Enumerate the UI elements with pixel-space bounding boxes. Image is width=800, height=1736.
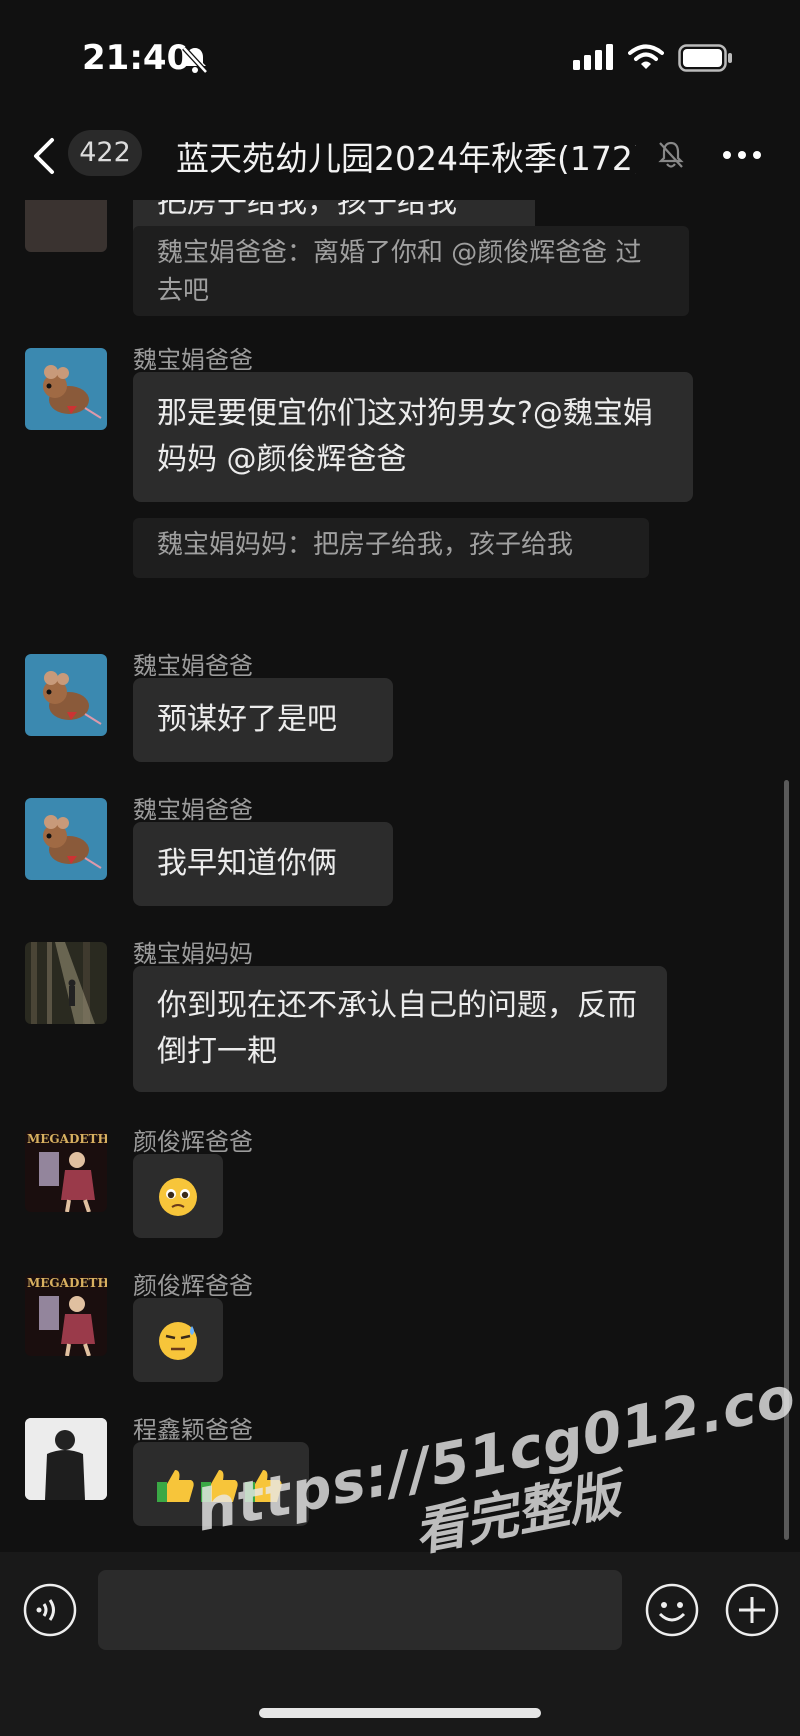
message-bubble[interactable]: 那是要便宜你们这对狗男女?@魏宝娟妈妈 @颜俊辉爸爸 (133, 372, 693, 502)
message-bubble[interactable]: 你到现在还不承认自己的问题，反而倒打一耙 (133, 966, 667, 1092)
sender-name: 魏宝娟爸爸 (133, 346, 253, 374)
sender-name: 魏宝娟爸爸 (133, 796, 253, 824)
album-art-icon (39, 1296, 95, 1356)
quoted-message[interactable]: 魏宝娟妈妈：把房子给我，孩子给我 (133, 518, 649, 578)
group-name: 蓝天苑幼儿园2024年秋季 (176, 139, 557, 174)
mouse-avatar[interactable] (25, 348, 107, 430)
mouse-icon (25, 654, 107, 736)
member-count: (172) (556, 139, 636, 174)
chat-title: 蓝天苑幼儿园2024年秋季(172) (176, 132, 636, 174)
mouse-icon (25, 798, 107, 880)
unread-count-badge[interactable]: 422 (68, 130, 142, 176)
sender-name: 程鑫颖爸爸 (133, 1416, 253, 1444)
status-bar: 21:40 (0, 0, 800, 110)
sender-name: 颜俊辉爸爸 (133, 1272, 253, 1300)
message-bubble[interactable]: 我早知道你俩 (133, 822, 393, 906)
cellular-signal-icon (573, 44, 613, 70)
pleading-face-icon (159, 1178, 197, 1216)
megadeth-avatar[interactable]: MEGADETH (25, 1274, 107, 1356)
sender-name: 魏宝娟爸爸 (133, 652, 253, 680)
home-indicator[interactable] (259, 1708, 541, 1718)
sender-name: 魏宝娟妈妈 (133, 940, 253, 968)
mouse-avatar[interactable] (25, 798, 107, 880)
forest-avatar[interactable] (25, 942, 107, 1024)
sweat-face-icon (159, 1322, 197, 1360)
person-avatar[interactable] (25, 1418, 107, 1500)
quoted-message[interactable]: 魏宝娟爸爸：离婚了你和 @颜俊辉爸爸 过去吧 (133, 226, 689, 316)
more-actions-plus-icon[interactable] (724, 1582, 780, 1638)
voice-input-icon[interactable] (22, 1582, 78, 1638)
message-bubble[interactable]: 预谋好了是吧 (133, 678, 393, 762)
album-art-icon (39, 1152, 95, 1212)
back-chevron-icon[interactable] (30, 136, 58, 176)
battery-icon (678, 44, 732, 72)
emoji-bubble[interactable] (133, 1154, 223, 1238)
wifi-icon (628, 44, 664, 69)
status-time: 21:40 (82, 38, 191, 78)
mute-bell-icon (658, 141, 684, 168)
forest-avatar (25, 200, 107, 252)
forest-photo-icon (25, 942, 107, 1024)
megadeth-avatar[interactable]: MEGADETH (25, 1130, 107, 1212)
chat-header: 422 蓝天苑幼儿园2024年秋季(172) (0, 110, 800, 200)
sender-name: 颜俊辉爸爸 (133, 1128, 253, 1156)
mouse-avatar[interactable] (25, 654, 107, 736)
person-photo-icon (25, 1418, 107, 1500)
mouse-icon (25, 348, 107, 430)
more-options-icon[interactable] (722, 150, 762, 160)
bell-off-icon (182, 46, 208, 74)
message-list[interactable]: 把房子给我，孩子给我 魏宝娟爸爸：离婚了你和 @颜俊辉爸爸 过去吧 魏宝娟爸爸 … (0, 200, 800, 1550)
emoji-bubble[interactable] (133, 1298, 223, 1382)
